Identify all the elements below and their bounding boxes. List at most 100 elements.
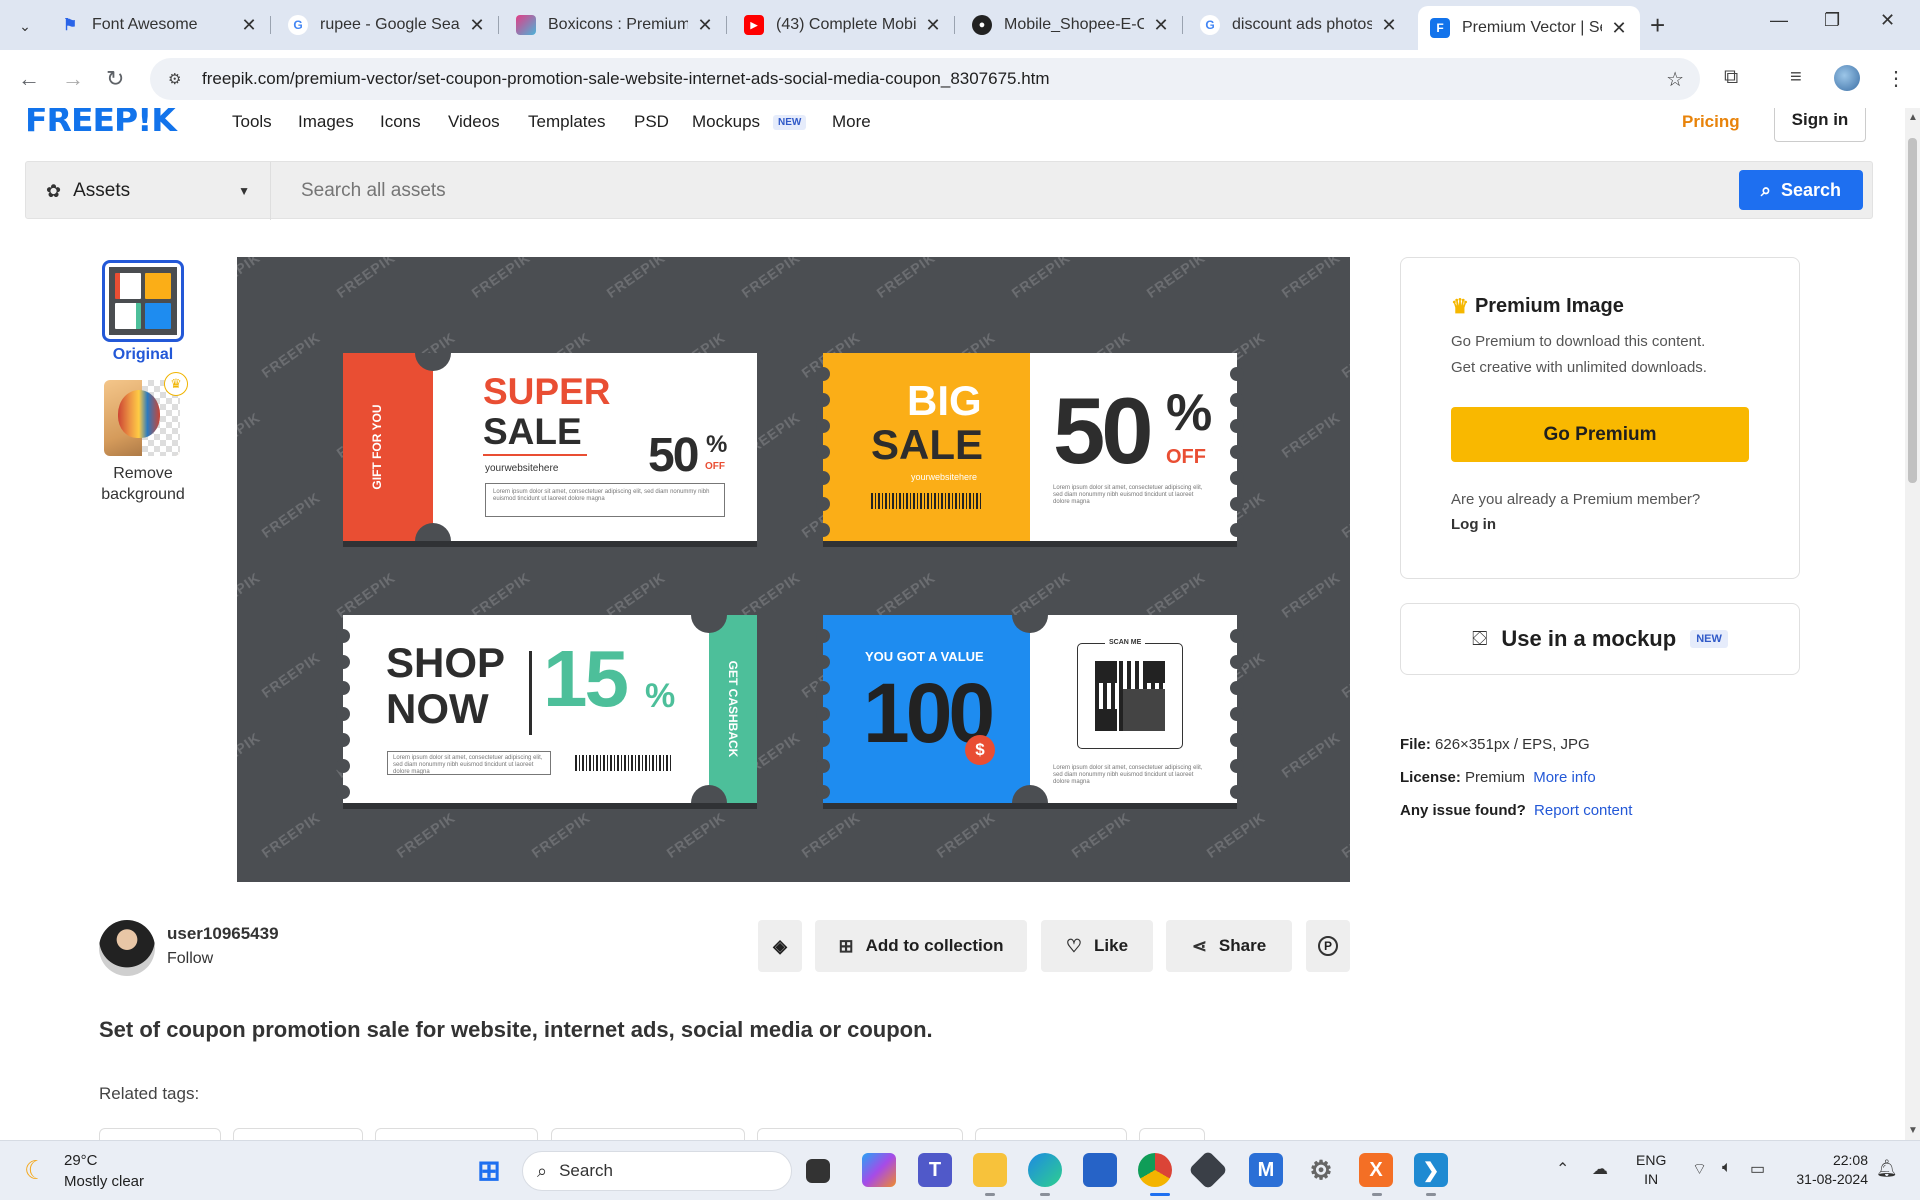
bookmark-star-icon[interactable]: ☆: [1666, 67, 1684, 92]
nav-videos[interactable]: Videos: [448, 112, 500, 132]
close-icon[interactable]: ✕: [1152, 15, 1170, 36]
windows-start-icon[interactable]: ⊞: [472, 1153, 506, 1187]
tag-pill[interactable]: [975, 1128, 1127, 1140]
minimize-icon[interactable]: —: [1770, 10, 1788, 31]
remove-background-label[interactable]: Remove background: [83, 463, 203, 505]
wifi-icon[interactable]: ⌔: [1692, 1159, 1707, 1179]
address-bar[interactable]: ⚙ freepik.com/premium-vector/set-coupon-…: [150, 58, 1700, 100]
tag-pill[interactable]: [551, 1128, 745, 1140]
search-button[interactable]: ⌕ Search: [1739, 170, 1863, 210]
site-info-icon[interactable]: ⚙: [168, 70, 188, 88]
running-app-indicator: [1372, 1193, 1382, 1196]
scrollbar-thumb[interactable]: [1908, 138, 1917, 483]
nav-templates[interactable]: Templates: [528, 112, 605, 132]
file-explorer-icon[interactable]: [973, 1153, 1007, 1187]
more-info-link[interactable]: More info: [1533, 769, 1596, 786]
extensions-icon[interactable]: ⧉: [1724, 66, 1738, 89]
back-arrow-icon[interactable]: ←: [18, 66, 40, 92]
close-icon[interactable]: ✕: [1380, 15, 1398, 36]
asset-type-dropdown[interactable]: ✿ Assets ▼: [26, 162, 271, 220]
layers-button[interactable]: ◈: [758, 920, 802, 972]
close-icon[interactable]: ✕: [924, 15, 942, 36]
task-view-icon[interactable]: [806, 1159, 830, 1183]
new-tab-button[interactable]: +: [1650, 10, 1665, 41]
tab-freepik-active[interactable]: F Premium Vector | Set ✕: [1418, 6, 1640, 50]
use-in-mockup-button[interactable]: ⛋ Use in a mockup NEW: [1400, 603, 1800, 675]
sign-in-button[interactable]: Sign in: [1774, 108, 1866, 142]
page-scrollbar[interactable]: ▲ ▼: [1905, 108, 1920, 1140]
follow-link[interactable]: Follow: [167, 950, 213, 968]
nav-tools[interactable]: Tools: [232, 112, 272, 132]
moon-weather-icon[interactable]: ☾: [24, 1155, 47, 1186]
scroll-up-icon[interactable]: ▲: [1908, 112, 1918, 123]
close-icon[interactable]: ✕: [1610, 18, 1628, 39]
nav-psd[interactable]: PSD: [634, 112, 669, 132]
battery-icon[interactable]: ▭: [1750, 1159, 1765, 1179]
app-icon[interactable]: M: [1249, 1153, 1283, 1187]
edge-icon[interactable]: [1028, 1153, 1062, 1187]
tag-pill[interactable]: [375, 1128, 538, 1140]
chrome-icon[interactable]: [1138, 1153, 1172, 1187]
xampp-icon[interactable]: X: [1359, 1153, 1393, 1187]
copilot-icon[interactable]: [862, 1153, 896, 1187]
tab-google-rupee[interactable]: G rupee - Google Searc ✕: [276, 6, 499, 44]
tab-youtube[interactable]: ▶ (43) Complete Mobil ✕: [732, 6, 955, 44]
weather-temperature[interactable]: 29°C: [64, 1152, 98, 1169]
nav-more[interactable]: More: [832, 112, 871, 132]
menu-dots-icon[interactable]: ⋮: [1886, 66, 1906, 91]
tab-title: Premium Vector | Set: [1462, 19, 1602, 36]
nav-icons[interactable]: Icons: [380, 112, 421, 132]
add-to-collection-button[interactable]: ⊞ Add to collection: [815, 920, 1027, 972]
pricing-link[interactable]: Pricing: [1682, 112, 1740, 132]
notification-bell-icon[interactable]: 🔔︎: [1876, 1159, 1898, 1179]
nav-mockups[interactable]: Mockups: [692, 112, 760, 132]
weather-description[interactable]: Mostly clear: [64, 1173, 144, 1190]
close-icon[interactable]: ✕: [468, 15, 486, 36]
thumbnail-original[interactable]: [102, 260, 184, 342]
tag-pill[interactable]: [757, 1128, 963, 1140]
settings-gear-icon[interactable]: ⚙: [1304, 1153, 1338, 1187]
taskbar-search[interactable]: ⌕ Search: [522, 1151, 792, 1191]
tag-pill[interactable]: [99, 1128, 221, 1140]
language-indicator[interactable]: ENG IN: [1636, 1151, 1666, 1189]
teams-icon[interactable]: T: [918, 1153, 952, 1187]
nav-images[interactable]: Images: [298, 112, 354, 132]
pinterest-button[interactable]: P: [1306, 920, 1350, 972]
scroll-down-icon[interactable]: ▼: [1908, 1125, 1918, 1136]
tag-pill[interactable]: [1139, 1128, 1205, 1140]
close-icon[interactable]: ✕: [240, 15, 258, 36]
log-in-link[interactable]: Log in: [1451, 516, 1496, 533]
system-clock[interactable]: 22:08 31-08-2024: [1788, 1151, 1868, 1189]
tab-google-discount[interactable]: G discount ads photos ✕: [1188, 6, 1410, 44]
vscode-icon[interactable]: ❯: [1414, 1153, 1448, 1187]
chevron-up-icon[interactable]: ⌃: [1556, 1159, 1569, 1179]
avatar[interactable]: [99, 920, 155, 976]
restore-icon[interactable]: ❐: [1824, 10, 1840, 31]
go-premium-button[interactable]: Go Premium: [1451, 407, 1749, 462]
tab-search-button[interactable]: ⌄: [12, 13, 38, 39]
media-controls-icon[interactable]: ≡: [1790, 66, 1802, 89]
report-content-link[interactable]: Report content: [1534, 802, 1632, 819]
windows-taskbar: ☾ 29°C Mostly clear ⊞ ⌕ Search T M ⚙ X ❯…: [0, 1140, 1920, 1200]
volume-icon[interactable]: 🔈︎: [1722, 1159, 1732, 1177]
unity-icon[interactable]: [1188, 1150, 1228, 1190]
profile-avatar[interactable]: [1834, 65, 1860, 91]
tag-pill[interactable]: [233, 1128, 363, 1140]
tab-font-awesome[interactable]: ⚑ Font Awesome ✕: [48, 6, 271, 44]
share-button[interactable]: ⋖ Share: [1166, 920, 1292, 972]
tab-github[interactable]: ● Mobile_Shopee-E-Co ✕: [960, 6, 1183, 44]
thumbnail-original-label[interactable]: Original: [83, 346, 203, 364]
close-window-icon[interactable]: ✕: [1880, 10, 1895, 31]
tab-boxicons[interactable]: Boxicons : Premium v ✕: [504, 6, 727, 44]
search-input[interactable]: [301, 162, 1401, 220]
reload-icon[interactable]: ↻: [106, 66, 124, 92]
onedrive-cloud-icon[interactable]: ☁: [1592, 1159, 1608, 1179]
author-name[interactable]: user10965439: [167, 924, 279, 944]
like-button[interactable]: ♡ Like: [1041, 920, 1153, 972]
freepik-logo[interactable]: FREEP!K: [25, 108, 177, 139]
url-text[interactable]: freepik.com/premium-vector/set-coupon-pr…: [202, 69, 1050, 89]
forward-arrow-icon[interactable]: →: [62, 66, 84, 92]
close-icon[interactable]: ✕: [696, 15, 714, 36]
coupon-percent-sign: %: [645, 677, 676, 715]
store-icon[interactable]: [1083, 1153, 1117, 1187]
